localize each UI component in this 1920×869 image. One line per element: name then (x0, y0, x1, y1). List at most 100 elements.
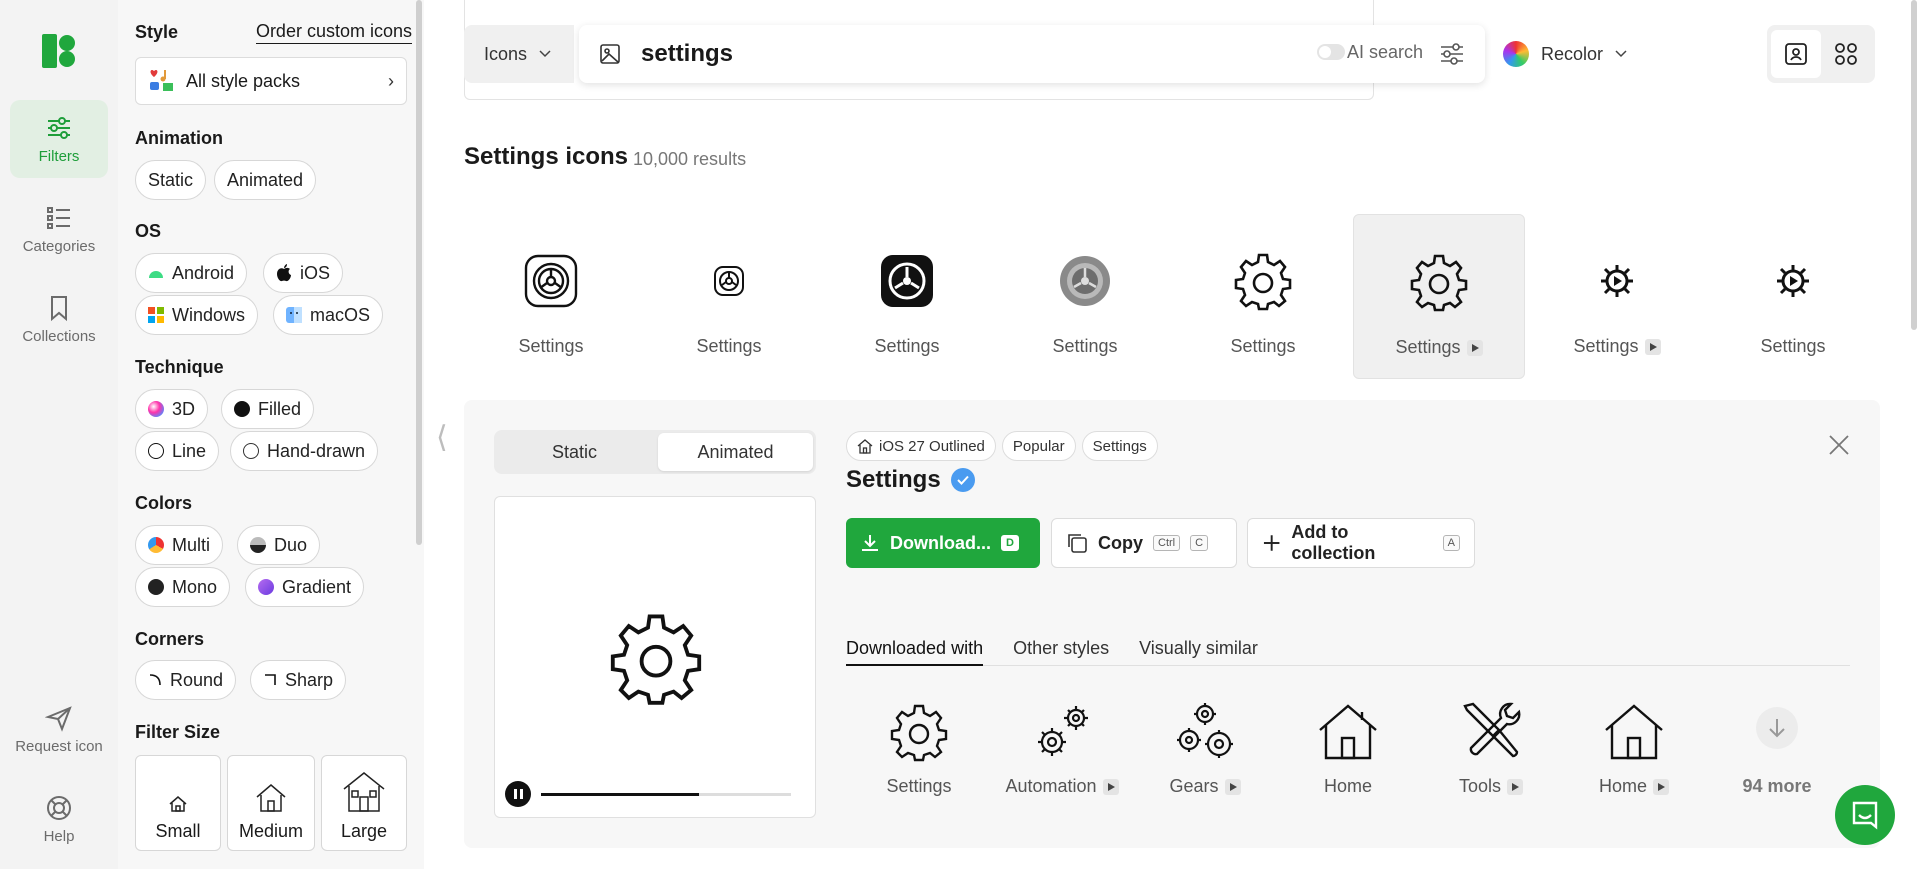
rail-categories-label: Categories (22, 237, 96, 255)
rail-request-label: Request icon (15, 737, 103, 755)
android-icon (149, 271, 163, 278)
os-title: OS (135, 221, 162, 241)
add-to-collection-button[interactable]: Add to collection A (1247, 518, 1475, 568)
rail-request-icon[interactable]: Request icon (10, 690, 108, 768)
image-search-icon[interactable] (599, 43, 621, 65)
settings-ios-outlined-icon (524, 254, 578, 308)
chip-windows[interactable]: Windows (135, 295, 259, 335)
chip-macos[interactable]: macOS (273, 295, 384, 335)
multicolor-icon (148, 537, 164, 553)
lifebuoy-icon (47, 795, 71, 820)
chip-sharp[interactable]: Sharp (250, 660, 347, 700)
tab-other-styles[interactable]: Other styles (1013, 628, 1109, 666)
chip-line-label: Line (172, 440, 207, 461)
pause-button[interactable] (505, 781, 531, 807)
show-more-button[interactable]: 94 more (1712, 700, 1842, 797)
single-view-button[interactable] (1771, 30, 1821, 78)
result-icon-1[interactable]: Settings (465, 214, 637, 379)
result-icon-5[interactable]: Settings (1177, 214, 1349, 379)
icon-title: Settings (846, 466, 975, 494)
recolor-label: Recolor (1541, 43, 1604, 64)
logo-icon[interactable] (42, 34, 76, 68)
related-gears[interactable]: Gears (1140, 700, 1270, 797)
icon-details-panel: Static Animated iOS 27 Outlined Popular … (464, 400, 1880, 848)
recolor-dropdown[interactable]: Recolor (1491, 25, 1639, 83)
close-icon[interactable] (1828, 434, 1850, 456)
style-packs-button[interactable]: All style packs › (135, 57, 407, 105)
corners-title: Corners (135, 629, 205, 649)
related-settings[interactable]: Settings (854, 700, 984, 797)
chip-filled[interactable]: Filled (221, 389, 315, 429)
hand-drawn-circle-icon (243, 443, 259, 459)
chip-multi[interactable]: Multi (135, 525, 224, 565)
tab-visually-similar[interactable]: Visually similar (1139, 628, 1258, 666)
verified-icon (950, 468, 975, 492)
result-icon-7[interactable]: Settings (1531, 214, 1703, 379)
ai-search-label: AI search (1346, 42, 1423, 62)
chip-android[interactable]: Android (135, 253, 248, 293)
list-icon (47, 206, 70, 229)
result-icon-4[interactable]: Settings (999, 214, 1171, 379)
gradient-icon (258, 579, 274, 595)
tab-downloaded-with[interactable]: Downloaded with (846, 628, 984, 666)
result-icon-6-selected[interactable]: Settings (1353, 214, 1525, 379)
size-medium-label: Medium (238, 821, 304, 841)
related-home-animated[interactable]: Home (1569, 700, 1699, 797)
chip-3d[interactable]: 3D (135, 389, 209, 429)
size-medium[interactable]: Medium (227, 755, 315, 851)
segment-static[interactable]: Static (497, 433, 652, 471)
chip-animated[interactable]: Animated (214, 160, 317, 200)
related-tools[interactable]: Tools (1426, 700, 1556, 797)
tag-settings[interactable]: Settings (1081, 431, 1158, 461)
medium-house-icon (256, 784, 286, 812)
size-small[interactable]: Small (135, 755, 221, 851)
related-label: Automation (1005, 776, 1119, 797)
chip-android-label: Android (172, 262, 235, 283)
order-custom-icons-link[interactable]: Order custom icons (255, 21, 412, 44)
search-input[interactable]: settings (641, 40, 733, 68)
chip-ios[interactable]: iOS (263, 253, 344, 293)
segment-animated[interactable]: Animated (658, 433, 813, 471)
result-icon-2[interactable]: Settings (643, 214, 815, 379)
grid-view-button[interactable] (1821, 30, 1871, 78)
tag-ios-outlined[interactable]: iOS 27 Outlined (846, 431, 996, 461)
animation-progress-track[interactable] (541, 793, 791, 796)
size-large[interactable]: Large (321, 755, 407, 851)
animated-play-icon (1466, 339, 1483, 356)
chip-duo[interactable]: Duo (237, 525, 321, 565)
grid-view-icon (1835, 43, 1857, 65)
chip-mono[interactable]: Mono (135, 567, 231, 607)
related-automation[interactable]: Automation (997, 700, 1127, 797)
chip-static[interactable]: Static (135, 160, 207, 200)
result-label: Settings (1573, 336, 1661, 357)
chip-gradient[interactable]: Gradient (245, 567, 365, 607)
download-button[interactable]: Download... D (846, 518, 1040, 568)
related-home[interactable]: Home (1283, 700, 1413, 797)
gears-icon (1177, 703, 1233, 758)
ai-search-toggle[interactable] (1317, 44, 1345, 60)
filter-sliders-icon[interactable] (1439, 42, 1465, 66)
copy-button[interactable]: Copy Ctrl C (1051, 518, 1237, 568)
chip-hand-drawn[interactable]: Hand-drawn (230, 431, 379, 471)
rail-categories[interactable]: Categories (10, 190, 108, 268)
tag-popular[interactable]: Popular (1001, 431, 1076, 461)
result-label: Settings (1395, 337, 1483, 358)
search-box[interactable]: settings AI search (579, 25, 1485, 83)
main-scrollbar[interactable] (1911, 0, 1917, 330)
home-icon (1605, 704, 1663, 760)
chat-button[interactable] (1835, 785, 1895, 845)
panel-scrollbar[interactable] (416, 0, 422, 545)
rail-filters[interactable]: Filters (10, 100, 108, 178)
asset-type-dropdown[interactable]: Icons (464, 25, 574, 83)
rail-collections[interactable]: Collections (10, 280, 108, 358)
collapse-panel-handle[interactable]: ⟨ (436, 420, 448, 455)
result-icon-3[interactable]: Settings (821, 214, 993, 379)
rail-help[interactable]: Help (10, 780, 108, 858)
related-label: Tools (1459, 776, 1524, 797)
copy-shortcut-c: C (1190, 535, 1209, 551)
chip-duo-label: Duo (274, 534, 308, 555)
chip-line[interactable]: Line (135, 431, 220, 471)
result-icon-8[interactable]: Settings (1707, 214, 1879, 379)
style-title: Style (135, 22, 179, 42)
chip-round[interactable]: Round (135, 660, 237, 700)
